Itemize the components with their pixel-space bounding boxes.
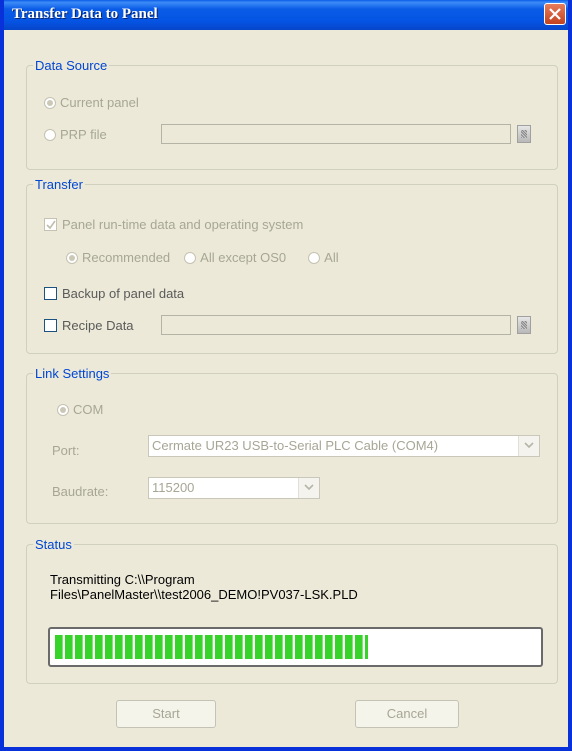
recipe-label: Recipe Data <box>62 318 134 333</box>
port-dropdown-button[interactable] <box>518 436 539 456</box>
title-bar[interactable]: Transfer Data to Panel <box>4 0 568 30</box>
baudrate-label: Baudrate: <box>52 484 109 499</box>
link-settings-legend: Link Settings <box>35 366 110 381</box>
window-title: Transfer Data to Panel <box>12 6 158 22</box>
recipe-checkbox[interactable] <box>44 319 57 332</box>
transfer-scope-options: Recommended All except OS0 All <box>66 250 339 265</box>
current-panel-label: Current panel <box>60 95 139 110</box>
transfer-progress-bar <box>48 627 543 667</box>
all-label: All <box>324 250 339 265</box>
status-line-1: Transmitting C:\\Program <box>50 572 195 587</box>
all-except-os-label: All except OS0 <box>200 250 287 265</box>
chevron-down-icon <box>304 484 314 491</box>
prp-browse-button[interactable] <box>517 125 531 143</box>
prp-file-option[interactable]: PRP file <box>44 127 107 142</box>
data-source-legend: Data Source <box>35 58 108 73</box>
backup-option[interactable]: Backup of panel data <box>44 286 184 301</box>
runtime-option[interactable]: Panel run-time data and operating system <box>44 217 303 232</box>
port-label: Port: <box>52 443 80 458</box>
all-radio[interactable] <box>308 251 321 264</box>
recommended-label: Recommended <box>82 250 171 265</box>
start-button[interactable]: Start <box>116 700 216 728</box>
progress-fill <box>55 635 368 659</box>
recipe-file-input[interactable] <box>161 315 511 335</box>
com-radio[interactable] <box>57 403 69 416</box>
close-button[interactable] <box>544 3 566 25</box>
prp-file-input[interactable] <box>161 124 511 144</box>
check-mark-icon <box>46 220 56 230</box>
status-legend: Status <box>35 537 72 552</box>
prp-file-label: PRP file <box>60 127 107 142</box>
all-except-os-radio[interactable] <box>184 251 197 264</box>
transfer-legend: Transfer <box>35 177 83 192</box>
chevron-down-icon <box>524 442 534 449</box>
cancel-button[interactable]: Cancel <box>355 700 459 728</box>
status-message: Transmitting C:\\Program Files\PanelMast… <box>50 572 358 602</box>
baudrate-dropdown-button[interactable] <box>298 478 319 498</box>
backup-label: Backup of panel data <box>62 286 185 301</box>
close-icon <box>549 8 561 20</box>
recipe-option[interactable]: Recipe Data <box>44 318 134 333</box>
runtime-label: Panel run-time data and operating system <box>62 217 304 232</box>
runtime-checkbox[interactable] <box>44 218 57 231</box>
baudrate-value: 115200 <box>152 480 195 495</box>
data-source-group: Data Source <box>26 58 558 170</box>
com-label: COM <box>73 402 104 417</box>
recipe-browse-button[interactable] <box>517 316 531 334</box>
com-option[interactable]: COM <box>57 402 103 417</box>
baudrate-select[interactable]: 115200 <box>148 477 320 499</box>
current-panel-radio[interactable] <box>44 96 56 109</box>
prp-file-radio[interactable] <box>44 128 56 141</box>
current-panel-option[interactable]: Current panel <box>44 95 139 110</box>
backup-checkbox[interactable] <box>44 287 57 300</box>
port-select[interactable]: Cermate UR23 USB-to-Serial PLC Cable (CO… <box>148 435 540 457</box>
status-line-2: Files\PanelMaster\\test2006_DEMO!PV037-L… <box>50 587 358 602</box>
recommended-radio[interactable] <box>66 251 78 264</box>
transfer-dialog: Transfer Data to Panel Data Source Curre… <box>0 0 572 751</box>
port-value: Cermate UR23 USB-to-Serial PLC Cable (CO… <box>152 438 439 453</box>
